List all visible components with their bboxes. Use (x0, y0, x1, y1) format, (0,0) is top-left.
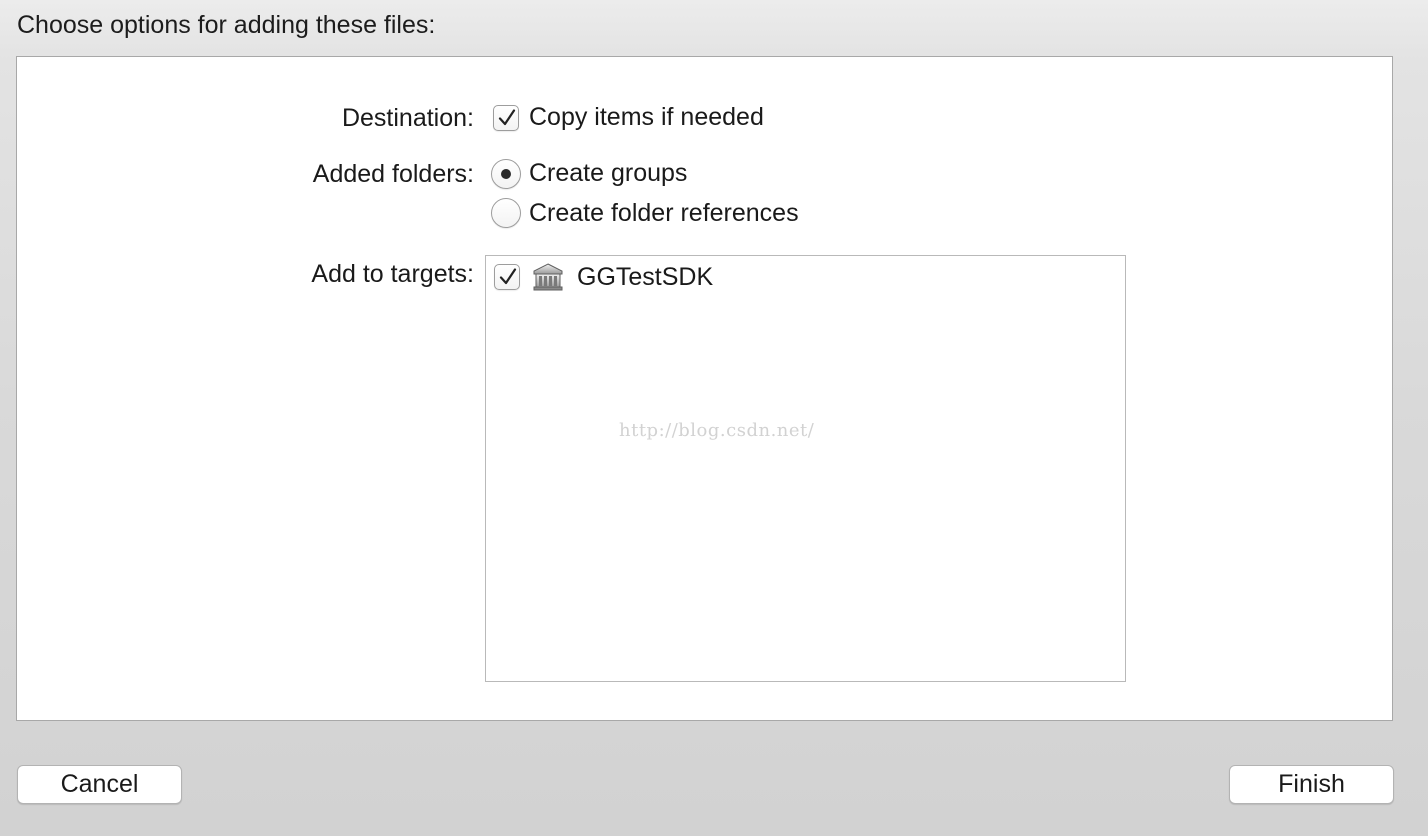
add-to-targets-label: Add to targets: (311, 260, 474, 288)
create-folder-references-label[interactable]: Create folder references (529, 198, 799, 228)
added-folders-label: Added folders: (312, 160, 474, 188)
copy-items-label[interactable]: Copy items if needed (529, 102, 764, 132)
target-name: GGTestSDK (577, 263, 714, 291)
radio-selected-dot (501, 169, 511, 179)
create-groups-label[interactable]: Create groups (529, 158, 687, 188)
cancel-button[interactable]: Cancel (17, 765, 182, 804)
framework-target-icon (533, 263, 563, 291)
targets-list[interactable]: GGTestSDK http://blog.csdn.net/ (485, 255, 1126, 682)
options-panel: Destination: Copy items if needed Added … (16, 56, 1393, 721)
target-row[interactable]: GGTestSDK (486, 256, 1125, 296)
create-groups-radio[interactable] (491, 159, 521, 189)
create-folder-references-radio[interactable] (491, 198, 521, 228)
watermark-text: http://blog.csdn.net/ (619, 420, 815, 441)
dialog-title: Choose options for adding these files: (17, 11, 436, 39)
destination-label: Destination: (341, 104, 474, 132)
checkmark-icon (498, 109, 516, 126)
target-checkbox[interactable] (494, 264, 520, 290)
checkmark-icon (499, 268, 517, 285)
copy-items-checkbox[interactable] (493, 105, 519, 131)
finish-button[interactable]: Finish (1229, 765, 1394, 804)
